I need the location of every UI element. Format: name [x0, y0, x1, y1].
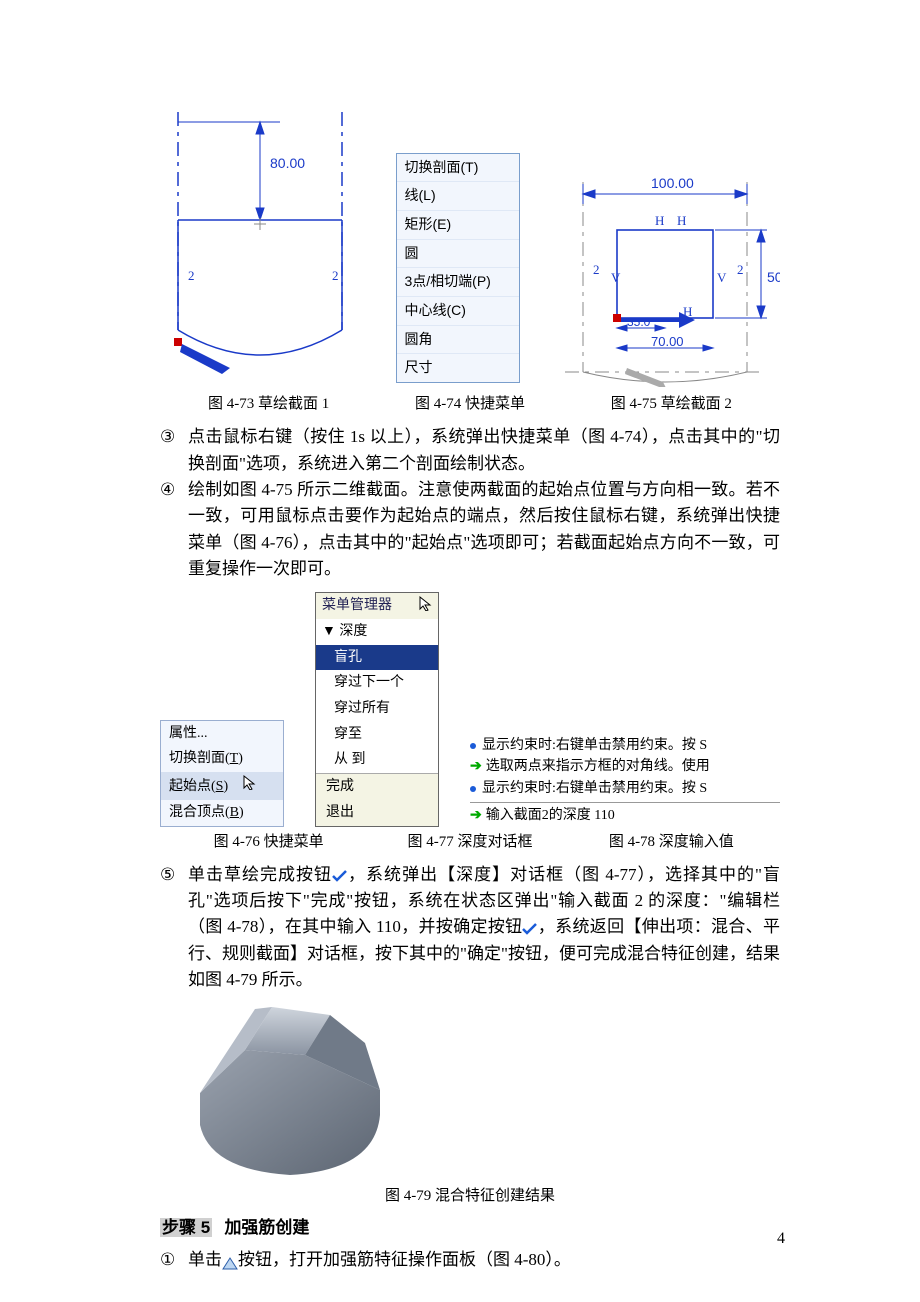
msg-line-1: 显示约束时:右键单击禁用约束。按 S — [470, 735, 780, 757]
figure-row-2: 属性... 切换剖面(T) 起始点(S) 混合顶点(B) 菜单管理器 ▼ 深度 … — [160, 592, 780, 826]
arrow-icon: ➔ — [470, 756, 482, 778]
caption-row-2: 图 4-76 快捷菜单 图 4-77 深度对话框 图 4-78 深度输入值 — [168, 831, 772, 854]
menu-depth-title[interactable]: ▼ 深度 — [316, 619, 438, 645]
para-item-3: ③ 点击鼠标右键（按住 1s 以上），系统弹出快捷菜单（图 4-74），点击其中… — [160, 424, 780, 477]
caption-4-77: 图 4-77 深度对话框 — [369, 831, 570, 854]
para-item-4: ④ 绘制如图 4-75 所示二维截面。注意使两截面的起始点位置与方向相一致。若不… — [160, 477, 780, 582]
cursor-icon — [418, 595, 432, 611]
figure-4-79: 图 4-79 混合特征创建结果 — [160, 995, 780, 1208]
svg-text:2: 2 — [332, 268, 339, 283]
menu-item-blind[interactable]: 盲孔 — [316, 645, 438, 671]
message-area-478: 显示约束时:右键单击禁用约束。按 S ➔选取两点来指示方框的对角线。使用 显示约… — [470, 735, 780, 827]
menu-item-thru-next[interactable]: 穿过下一个 — [316, 670, 438, 696]
menu-item-done[interactable]: 完成 — [316, 773, 438, 800]
menu-item-fillet[interactable]: 圆角 — [397, 326, 519, 355]
svg-text:H: H — [655, 213, 664, 228]
step-title: 加强筋创建 — [224, 1218, 309, 1237]
svg-text:50.00: 50.00 — [767, 269, 780, 285]
msg-line-3: 显示约束时:右键单击禁用约束。按 S — [470, 778, 780, 800]
caption-4-78: 图 4-78 深度输入值 — [571, 831, 772, 854]
list-number-3: ③ — [160, 424, 188, 477]
context-menu-474: 切换剖面(T) 线(L) 矩形(E) 圆 3点/相切端(P) 中心线(C) 圆角… — [396, 153, 520, 384]
svg-text:2: 2 — [593, 262, 600, 277]
menu-item-thru-until[interactable]: 穿至 — [316, 722, 438, 748]
figure-4-73: 80.00 2 2 — [160, 112, 360, 387]
menu-item-3pt-tan[interactable]: 3点/相切端(P) — [397, 268, 519, 297]
blend-result-render — [160, 995, 410, 1185]
svg-text:H: H — [677, 213, 686, 228]
rib-tool-icon — [222, 1256, 238, 1270]
caption-4-74: 图 4-74 快捷菜单 — [369, 393, 570, 416]
para-6-body: 单击 按钮，打开加强筋特征操作面板（图 4-80）。 — [188, 1247, 780, 1273]
svg-text:100.00: 100.00 — [651, 175, 694, 191]
caption-4-75: 图 4-75 草绘截面 2 — [571, 393, 772, 416]
figure-4-75: H H H V V 2 2 100.00 — [555, 112, 780, 387]
caption-4-79: 图 4-79 混合特征创建结果 — [160, 1185, 780, 1208]
caption-4-76: 图 4-76 快捷菜单 — [168, 831, 369, 854]
menu-item-rect[interactable]: 矩形(E) — [397, 211, 519, 240]
cursor-icon — [242, 774, 256, 790]
list-number-1: ① — [160, 1247, 188, 1273]
figure-4-76: 属性... 切换剖面(T) 起始点(S) 混合顶点(B) — [160, 720, 284, 827]
list-number-4: ④ — [160, 477, 188, 582]
step-number: 步骤 5 — [160, 1218, 212, 1237]
figure-row-1: 80.00 2 2 切换剖面(T) 线(L) 矩形(E) — [160, 112, 780, 387]
svg-text:V: V — [717, 270, 727, 285]
figure-4-78: 显示约束时:右键单击禁用约束。按 S ➔选取两点来指示方框的对角线。使用 显示约… — [470, 735, 780, 827]
para-item-1: ① 单击 按钮，打开加强筋特征操作面板（图 4-80）。 — [160, 1247, 780, 1273]
msg-line-4-input[interactable]: ➔输入截面2的深度 110 — [470, 805, 780, 827]
menu-item-toggle-section2[interactable]: 切换剖面(T) — [161, 746, 283, 772]
menu-manager-depth: 菜单管理器 ▼ 深度 盲孔 穿过下一个 穿过所有 穿至 从 到 完成 退出 — [315, 592, 439, 826]
svg-text:V: V — [611, 270, 621, 285]
list-number-5: ⑤ — [160, 862, 188, 994]
menu-item-from-to[interactable]: 从 到 — [316, 747, 438, 773]
para-5-body: 单击草绘完成按钮，系统弹出【深度】对话框（图 4-77），选择其中的"盲孔"选项… — [188, 862, 780, 994]
page-content: 80.00 2 2 切换剖面(T) 线(L) 矩形(E) — [0, 0, 920, 1273]
page-number: 4 — [777, 1227, 785, 1252]
figure-4-74: 切换剖面(T) 线(L) 矩形(E) 圆 3点/相切端(P) 中心线(C) 圆角… — [396, 153, 520, 384]
context-menu-476: 属性... 切换剖面(T) 起始点(S) 混合顶点(B) — [160, 720, 284, 827]
svg-text:2: 2 — [737, 262, 744, 277]
figure-4-77: 菜单管理器 ▼ 深度 盲孔 穿过下一个 穿过所有 穿至 从 到 完成 退出 — [315, 592, 439, 826]
sketch-section-2: H H H V V 2 2 100.00 — [555, 112, 780, 387]
msg-line-2: ➔选取两点来指示方框的对角线。使用 — [470, 756, 780, 778]
menu-item-blend-vertex[interactable]: 混合顶点(B) — [161, 800, 283, 826]
arrow-icon: ➔ — [470, 805, 482, 827]
para-4-body: 绘制如图 4-75 所示二维截面。注意使两截面的起始点位置与方向相一致。若不一致… — [188, 477, 780, 582]
svg-text:2: 2 — [188, 268, 195, 283]
caption-4-73: 图 4-73 草绘截面 1 — [168, 393, 369, 416]
menu-manager-header: 菜单管理器 — [316, 593, 438, 619]
menu-item-thru-all[interactable]: 穿过所有 — [316, 696, 438, 722]
para-3-body: 点击鼠标右键（按住 1s 以上），系统弹出快捷菜单（图 4-74），点击其中的"… — [188, 424, 780, 477]
step-5-heading: 步骤 5 加强筋创建 — [160, 1215, 780, 1241]
menu-item-centerline[interactable]: 中心线(C) — [397, 297, 519, 326]
menu-item-start-point[interactable]: 起始点(S) — [161, 772, 283, 800]
para-item-5: ⑤ 单击草绘完成按钮，系统弹出【深度】对话框（图 4-77），选择其中的"盲孔"… — [160, 862, 780, 994]
menu-item-line[interactable]: 线(L) — [397, 182, 519, 211]
menu-item-dim[interactable]: 尺寸 — [397, 354, 519, 382]
menu-item-quit[interactable]: 退出 — [316, 800, 438, 826]
svg-text:70.00: 70.00 — [651, 334, 684, 349]
caption-row-1: 图 4-73 草绘截面 1 图 4-74 快捷菜单 图 4-75 草绘截面 2 — [168, 393, 772, 416]
menu-item-properties[interactable]: 属性... — [161, 721, 283, 747]
check-icon — [522, 923, 537, 935]
menu-item-circle[interactable]: 圆 — [397, 240, 519, 269]
dim-80: 80.00 — [270, 155, 305, 171]
sketch-section-1: 80.00 2 2 — [160, 112, 360, 387]
check-icon — [332, 870, 347, 882]
menu-item-toggle-section[interactable]: 切换剖面(T) — [397, 154, 519, 183]
